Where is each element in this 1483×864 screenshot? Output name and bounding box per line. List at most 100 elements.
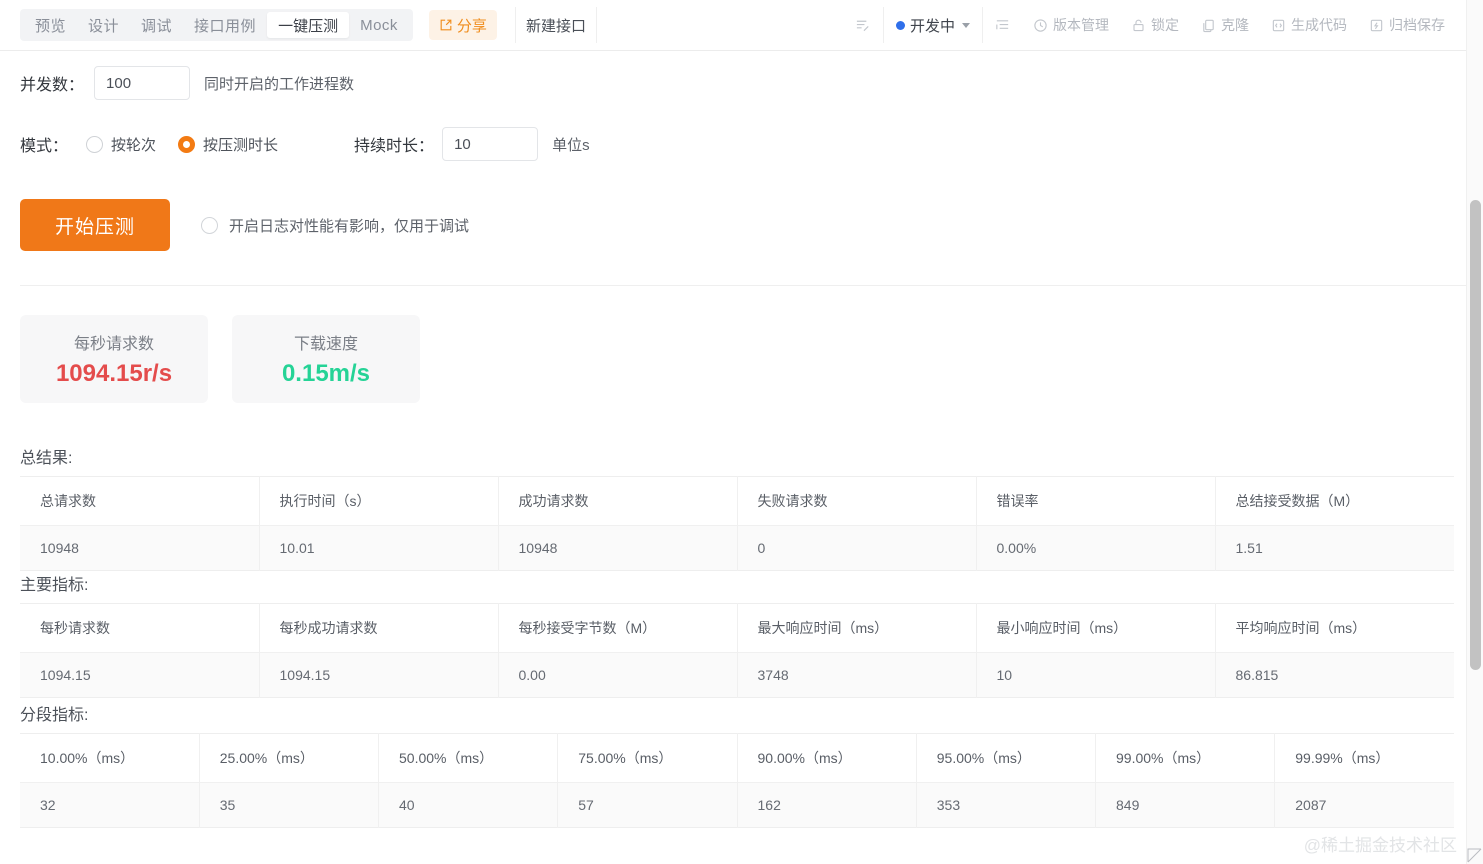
toolbar-right-actions: 开发中 版本管理 锁定 克隆 生成代码 归档保存	[844, 7, 1466, 43]
start-stress-test-button[interactable]: 开始压测	[20, 199, 170, 251]
status-label: 开发中	[909, 17, 955, 35]
column-header-6: 99.00%（ms）	[1095, 733, 1276, 783]
table-cell-4: 162	[737, 782, 917, 828]
table-row: 10948 10.01 10948 0 0.00% 1.51	[20, 525, 1454, 571]
tab-1[interactable]: 设计	[77, 12, 130, 38]
list-view-button[interactable]	[983, 7, 1022, 43]
column-header-2: 每秒接受字节数（M）	[498, 603, 738, 653]
column-header-3: 失败请求数	[737, 476, 977, 526]
column-header-0: 10.00%（ms）	[20, 733, 200, 783]
table-header-row: 10.00%（ms） 25.00%（ms） 50.00%（ms） 75.00%（ms）…	[20, 733, 1454, 783]
tab-label: Mock	[360, 16, 398, 34]
new-api-label: 新建接口	[525, 17, 586, 35]
chevron-down-icon	[962, 22, 970, 28]
tab-label: 调试	[141, 17, 173, 35]
clone-button[interactable]: 克隆	[1190, 7, 1260, 43]
table-cell-5: 353	[916, 782, 1097, 828]
column-header-2: 成功请求数	[498, 476, 738, 526]
table-header-row: 每秒请求数 每秒成功请求数 每秒接受字节数（M） 最大响应时间（ms） 最小响应时间（m…	[20, 603, 1454, 653]
summary-section-label: 总结果:	[20, 450, 73, 467]
tab-group: 预览 设计 调试 接口用例 一键压测 Mock	[20, 9, 413, 41]
table-cell-1: 10.01	[259, 525, 499, 571]
table-cell-1: 35	[199, 782, 380, 828]
mode-label: 模式：	[20, 138, 69, 155]
table-cell-3: 57	[557, 782, 738, 828]
column-header-0: 每秒请求数	[20, 603, 260, 653]
column-header-1: 执行时间（s）	[259, 476, 499, 526]
summary-section: 总结果: 总请求数 执行时间（s） 成功请求数 失败请求数 错误率 总结接受数据（M） 1…	[0, 444, 1454, 571]
table-row: 1094.15 1094.15 0.00 3748 10 86.815	[20, 652, 1454, 698]
tab-5[interactable]: Mock	[349, 12, 409, 38]
status-dot-icon	[895, 20, 905, 30]
concurrency-input[interactable]	[94, 66, 191, 100]
segment-metrics-section-label: 分段指标:	[20, 707, 89, 724]
table-cell-0: 10948	[20, 525, 260, 571]
enable-log-checkbox[interactable]: 开启日志对性能有影响，仅用于调试	[201, 215, 469, 236]
lock-label: 锁定	[1151, 17, 1179, 33]
mode-radio-duration[interactable]: 按压测时长	[178, 134, 278, 155]
table-cell-2: 40	[378, 782, 559, 828]
new-api-button[interactable]: 新建接口	[514, 7, 597, 43]
code-icon	[1271, 18, 1286, 33]
edit-note-button[interactable]	[844, 7, 883, 43]
column-header-7: 99.99%（ms）	[1274, 733, 1454, 783]
table-cell-5: 1.51	[1215, 525, 1454, 571]
mode-rounds-label: 按轮次	[111, 136, 157, 154]
status-dropdown[interactable]: 开发中	[882, 7, 983, 43]
lock-icon	[1131, 18, 1146, 33]
stat-card-rps: 每秒请求数 1094.15r/s	[20, 315, 208, 403]
segment-metrics-section: 分段指标: 10.00%（ms） 25.00%（ms） 50.00%（ms） 75.0…	[0, 701, 1454, 828]
generate-code-button[interactable]: 生成代码	[1260, 7, 1358, 43]
version-management-label: 版本管理	[1053, 17, 1109, 33]
table-cell-2: 0.00	[498, 652, 738, 698]
tab-2[interactable]: 调试	[130, 12, 183, 38]
main-metrics-section-label: 主要指标:	[20, 577, 89, 594]
resize-grip-icon[interactable]	[1467, 848, 1482, 863]
note-pencil-icon	[855, 17, 872, 34]
lock-button[interactable]: 锁定	[1120, 7, 1190, 43]
segment-metrics-table: 10.00%（ms） 25.00%（ms） 50.00%（ms） 75.00%（ms）…	[20, 733, 1454, 828]
clone-label: 克隆	[1221, 17, 1249, 33]
table-cell-0: 1094.15	[20, 652, 260, 698]
duration-unit-label: 单位s	[552, 136, 590, 154]
enable-log-label: 开启日志对性能有影响，仅用于调试	[229, 217, 470, 235]
mode-duration-label: 按压测时长	[203, 136, 279, 154]
share-button[interactable]: 分享	[428, 10, 497, 40]
table-cell-3: 0	[737, 525, 977, 571]
column-header-2: 50.00%（ms）	[378, 733, 559, 783]
column-header-3: 75.00%（ms）	[557, 733, 738, 783]
tab-4[interactable]: 一键压测	[267, 12, 350, 38]
generate-code-label: 生成代码	[1291, 17, 1347, 33]
share-label: 分享	[456, 17, 487, 35]
tab-label: 设计	[88, 17, 120, 35]
main-metrics-section: 主要指标: 每秒请求数 每秒成功请求数 每秒接受字节数（M） 最大响应时间（ms） 最小…	[0, 571, 1454, 698]
table-cell-1: 1094.15	[259, 652, 499, 698]
main-metrics-table: 每秒请求数 每秒成功请求数 每秒接受字节数（M） 最大响应时间（ms） 最小响应时间（m…	[20, 603, 1454, 698]
table-cell-3: 3748	[737, 652, 977, 698]
stat-card-rps-title: 每秒请求数	[73, 336, 154, 353]
tab-0[interactable]: 预览	[24, 12, 77, 38]
column-header-5: 平均响应时间（ms）	[1215, 603, 1454, 653]
mode-radio-rounds[interactable]: 按轮次	[86, 134, 156, 155]
scrollbar-thumb[interactable]	[1470, 200, 1481, 670]
concurrency-label: 并发数：	[20, 77, 85, 94]
duration-input[interactable]	[442, 127, 539, 161]
radio-checked-icon	[178, 135, 196, 153]
stat-card-download-speed: 下载速度 0.15m/s	[232, 315, 420, 403]
table-cell-4: 10	[976, 652, 1216, 698]
mode-row: 模式： 按轮次 按压测时长 持续时长： 单位s	[0, 103, 1466, 163]
table-cell-5: 86.815	[1215, 652, 1454, 698]
archive-save-button[interactable]: 归档保存	[1358, 7, 1456, 43]
vertical-scrollbar[interactable]	[1466, 0, 1483, 864]
table-cell-0: 32	[20, 782, 200, 828]
radio-unchecked-icon	[86, 135, 104, 153]
list-icon	[994, 17, 1011, 34]
column-header-5: 95.00%（ms）	[916, 733, 1097, 783]
clock-icon	[1033, 18, 1048, 33]
stress-test-config: 并发数： 同时开启的工作进程数 模式： 按轮次 按压测时长 持续时长： 单位s …	[0, 51, 1466, 257]
table-row: 32 35 40 57 162 353 849 2087	[20, 782, 1454, 828]
column-header-4: 最小响应时间（ms）	[976, 603, 1216, 653]
tab-3[interactable]: 接口用例	[183, 12, 267, 38]
version-management-button[interactable]: 版本管理	[1022, 7, 1120, 43]
stat-card-download-speed-title: 下载速度	[293, 336, 358, 353]
